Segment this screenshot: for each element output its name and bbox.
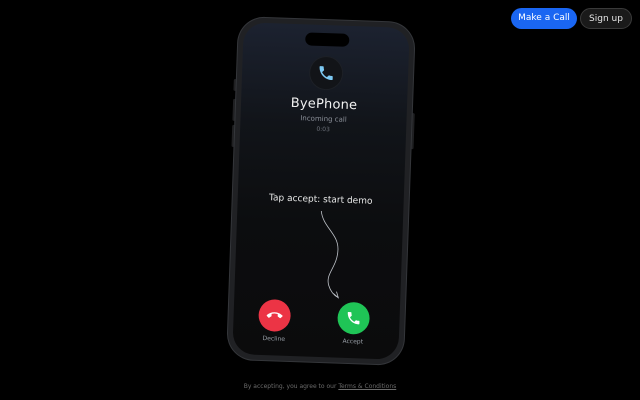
- terms-prefix: By accepting, you agree to our: [243, 383, 339, 390]
- decline-label: Decline: [262, 335, 286, 343]
- decline-button[interactable]: [258, 298, 292, 333]
- phone-icon: [319, 66, 333, 81]
- sign-up-button[interactable]: Sign up: [580, 8, 632, 29]
- phone-screen: ByePhone Incoming call 0:03 Tap accept: …: [232, 22, 410, 360]
- dynamic-island: [305, 32, 350, 47]
- accept-label: Accept: [342, 337, 364, 346]
- curved-arrow-icon: [320, 210, 340, 299]
- caller-avatar: [309, 56, 343, 90]
- terms-notice: By accepting, you agree to our Terms & C…: [0, 383, 640, 390]
- terms-link[interactable]: Terms & Conditions: [338, 383, 396, 390]
- make-call-button[interactable]: Make a Call: [511, 8, 577, 29]
- demo-hint: Tap accept: start demo: [268, 193, 373, 207]
- phone-mockup: ByePhone Incoming call 0:03 Tap accept: …: [227, 17, 415, 365]
- caller-name: ByePhone: [290, 95, 358, 114]
- phone-icon: [347, 312, 360, 325]
- accept-button[interactable]: [337, 301, 371, 335]
- page: Make a Call Sign up ByePhone Incoming ca…: [0, 0, 640, 400]
- phone-hangup-icon: [266, 312, 283, 319]
